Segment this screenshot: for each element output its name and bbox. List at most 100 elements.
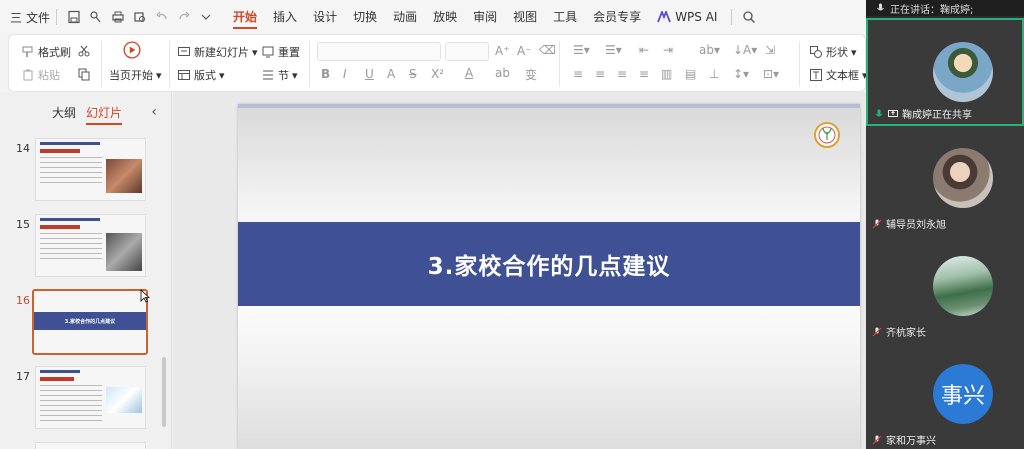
participant-tile[interactable]: 事兴 家和万事兴 [866,342,1024,449]
tab-view[interactable]: 视图 [505,0,545,34]
ribbon-separator [101,41,102,87]
decrease-font-size-icon[interactable]: A⁻ [517,44,532,58]
play-from-current-button[interactable]: 当页开始 ▾ [109,67,162,83]
copy-button[interactable] [77,67,91,81]
shadow-text-icon[interactable]: A [387,67,395,81]
thumb-photo [106,233,142,271]
slide-thumbnail-panel: 大纲 幻灯片 ‹ 14 15 16 3.家校合作的几点建议 17 [0,92,172,449]
share-icon[interactable] [87,8,105,26]
file-menu[interactable]: 三 文件 [10,9,50,26]
print-preview-icon[interactable] [131,8,149,26]
increase-indent-icon[interactable]: ⇥ [663,43,673,57]
text-box-margin-icon[interactable]: ⊡▾ [763,67,779,81]
shape-label: 形状 [826,46,848,59]
chevron-down-icon[interactable] [197,8,215,26]
convert-icon[interactable]: ⇲ [765,43,775,57]
chevron-down-icon: ▾ [252,45,258,59]
section-button[interactable]: 节 ▾ [261,67,298,83]
italic-icon[interactable]: I [343,67,347,81]
textbox-icon [810,69,822,81]
format-painter-label: 格式刷 [38,46,71,59]
slide-thumbnail-16[interactable]: 3.家校合作的几点建议 [32,289,148,355]
tab-outline[interactable]: 大纲 [52,104,76,121]
clear-format-icon[interactable]: ⌫ [539,43,556,57]
bold-icon[interactable]: B [321,67,330,81]
new-slide-button[interactable]: 新建幻灯片 ▾ [177,44,258,60]
align-right-icon[interactable]: ≡ [617,67,627,81]
font-size-select[interactable] [445,42,489,61]
panel-scrollbar[interactable] [162,357,166,427]
tab-review[interactable]: 审阅 [465,0,505,34]
collapse-panel-icon[interactable]: ‹ [151,104,157,120]
decrease-indent-icon[interactable]: ⇤ [639,43,649,57]
numbered-list-icon[interactable]: ☰▾ [605,43,622,57]
tab-slides[interactable]: 幻灯片 [86,104,123,125]
participant-name: 鞠成婷正在共享 [902,110,972,121]
undo-icon[interactable] [153,8,171,26]
participant-tile[interactable]: 齐杭家长 [866,234,1024,342]
distribute-icon[interactable]: ▥ [661,67,672,81]
slide-thumbnail-17[interactable] [35,366,146,429]
font-color-icon[interactable]: A [465,66,473,80]
bullet-list-icon[interactable]: ☰▾ [573,43,590,57]
sort-icon[interactable]: ↓A▾ [733,43,757,57]
underline-icon[interactable]: U [365,67,374,81]
slide-title[interactable]: 3.家校合作的几点建议 [428,247,671,281]
highlight-icon[interactable]: ab [495,66,510,80]
cut-button[interactable] [77,44,91,58]
format-painter-button[interactable]: 格式刷 [21,44,71,60]
participant-avatar: 事兴 [933,364,993,424]
paste-button[interactable]: 粘贴 [21,67,60,83]
slide-thumbnail-15[interactable] [35,214,146,277]
participant-name-row: 家和万事兴 [872,432,936,447]
tab-slideshow[interactable]: 放映 [425,0,465,34]
tab-member[interactable]: 会员专享 [585,0,649,34]
microphone-muted-icon [872,327,882,336]
speaking-label: 正在讲话：鞠成婷; [890,4,974,16]
chevron-down-icon: ▾ [292,68,298,82]
tab-home[interactable]: 开始 [225,0,265,34]
slide-thumbnail-14[interactable] [35,138,146,201]
current-slide[interactable]: 3.家校合作的几点建议 [238,104,860,449]
play-from-current-label: 当页开始 [109,69,153,82]
print-icon[interactable] [109,8,127,26]
increase-font-size-icon[interactable]: A⁺ [495,44,510,58]
search-icon[interactable] [740,8,758,26]
participant-tile[interactable]: 辅导员刘永旭 [866,126,1024,234]
strikethrough-icon[interactable]: S [409,67,417,81]
reset-button[interactable]: 重置 [261,44,300,60]
tab-wps-ai[interactable]: WPS AI [649,0,725,34]
text-direction-icon[interactable]: ab▾ [699,43,720,57]
screen: 三 文件 开始 插入 设计 切换 动画 放映 审阅 视图 工具 会员专享 WPS… [0,0,1024,449]
tab-transitions[interactable]: 切换 [345,0,385,34]
font-name-select[interactable] [317,42,441,61]
tab-animations[interactable]: 动画 [385,0,425,34]
save-icon[interactable] [65,8,83,26]
tab-insert[interactable]: 插入 [265,0,305,34]
justify-icon[interactable]: ≡ [639,67,649,81]
shape-button[interactable]: 形状 ▾ [809,44,857,60]
vertical-align-icon[interactable]: ⊥ [709,67,719,81]
redo-icon[interactable] [175,8,193,26]
layout-button[interactable]: 版式 ▾ [177,67,225,83]
menu-bar: 三 文件 开始 插入 设计 切换 动画 放映 审阅 视图 工具 会员专享 WPS… [0,0,866,34]
textbox-button[interactable]: 文本框 ▾ [809,67,866,83]
thumb-subtitle-bar [40,149,80,153]
slide-thumbnail-18[interactable] [35,442,146,449]
align-center-icon[interactable]: ≡ [595,67,605,81]
play-from-current-icon-button[interactable] [123,41,141,59]
line-spacing-icon[interactable]: ↕▾ [733,67,749,81]
microphone-icon [877,3,884,11]
participant-tile[interactable]: 鞠成婷正在共享 [866,18,1024,126]
microphone-muted-icon [872,219,882,228]
phonetic-icon[interactable]: 变 [525,66,537,83]
columns-icon[interactable]: ▤ [685,67,696,81]
participant-avatar [933,148,993,208]
tab-design[interactable]: 设计 [305,0,345,34]
superscript-icon[interactable]: X² [431,67,444,81]
menu-separator [56,9,58,25]
wps-presentation-window: 三 文件 开始 插入 设计 切换 动画 放映 审阅 视图 工具 会员专享 WPS… [0,0,866,449]
align-left-icon[interactable]: ≡ [573,67,583,81]
tab-tools[interactable]: 工具 [545,0,585,34]
ribbon-separator [309,41,310,87]
